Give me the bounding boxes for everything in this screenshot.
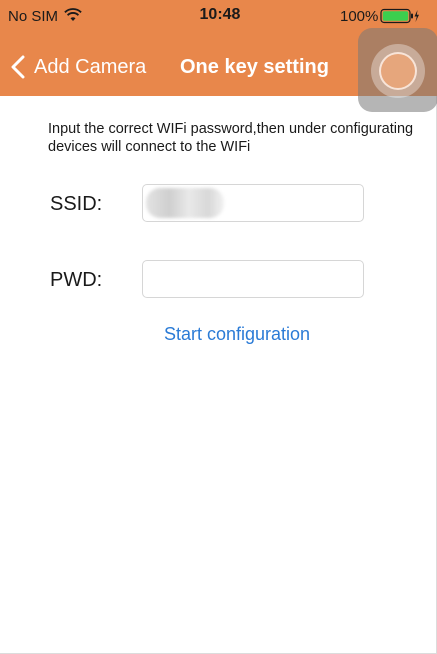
battery-charging-icon: [380, 8, 419, 24]
page-title: One key setting: [180, 56, 329, 78]
pwd-label: PWD:: [50, 269, 103, 291]
assistive-touch-button[interactable]: [358, 28, 437, 112]
wifi-icon: [64, 8, 82, 21]
screen: No SIM 10:48 100% Add Camera One key set…: [0, 0, 437, 654]
chevron-left-icon: [11, 55, 25, 79]
back-button[interactable]: Add Camera: [10, 50, 146, 84]
back-label: Add Camera: [34, 55, 147, 78]
clock: 10:48: [199, 6, 241, 23]
instructions-text: Input the correct WIFi password,then und…: [48, 121, 414, 155]
battery-percentage: 100%: [340, 8, 379, 25]
password-input[interactable]: [142, 260, 364, 298]
start-configuration-button[interactable]: Start configuration: [100, 324, 374, 345]
ssid-input[interactable]: [142, 184, 364, 222]
carrier-label: No SIM: [8, 8, 59, 25]
ssid-label: SSID:: [50, 193, 103, 215]
assistive-touch-dot: [379, 52, 417, 90]
